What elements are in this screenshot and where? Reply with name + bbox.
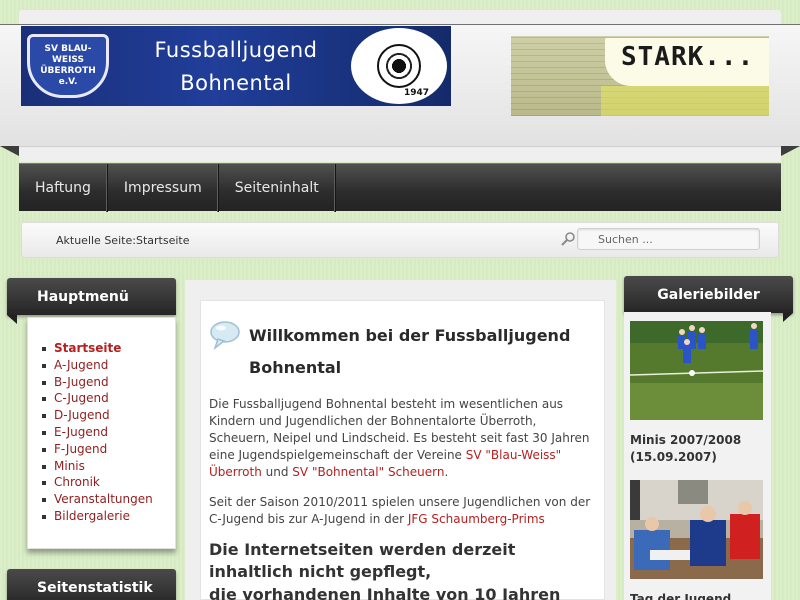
nav-item-haftung[interactable]: Haftung: [19, 164, 108, 212]
menu-item-e-jugend[interactable]: E-Jugend: [42, 424, 153, 441]
gallery-box: Minis 2007/2008 (15.09.2007) Tag der Jug…: [624, 312, 771, 600]
main-nav: Haftung Impressum Seiteninhalt: [19, 163, 781, 212]
breadcrumb-current[interactable]: Startseite: [136, 234, 190, 247]
menu-item-b-jugend[interactable]: B-Jugend: [42, 374, 153, 391]
article-paragraph-1-end: .: [444, 465, 449, 479]
notice-heading-2: die vorhandenen Inhalte von 10 Jahren: [209, 585, 561, 600]
club-logo-left: SV BLAU-WEISS ÜBERROTH e.V.: [27, 34, 109, 98]
ad-banner[interactable]: STARK...: [511, 36, 769, 116]
banner-title-line2: Bohnental: [180, 71, 292, 95]
header-fold-right: [781, 146, 800, 156]
main-menu: Startseite A-Jugend B-Jugend C-Jugend D-…: [42, 340, 153, 525]
notice-heading: Die Internetseiten werden derzeit inhalt…: [209, 540, 516, 581]
gallery-header: Galeriebilder: [624, 276, 793, 322]
menu-item-minis[interactable]: Minis: [42, 458, 153, 475]
article-paragraph-1-and: und: [261, 465, 293, 479]
link-jfg-schaumberg-prims[interactable]: JFG Schaumberg-Prims: [408, 512, 545, 526]
page: SV BLAU-WEISS ÜBERROTH e.V. Fussballjuge…: [0, 0, 800, 600]
breadcrumb-label: Aktuelle Seite:: [56, 234, 136, 247]
menu-item-bildergalerie[interactable]: Bildergalerie: [42, 508, 153, 525]
banner-title-line1: Fussballjugend: [154, 38, 318, 62]
gallery-image-tag-der-jugend[interactable]: [630, 480, 763, 579]
site-banner[interactable]: SV BLAU-WEISS ÜBERROTH e.V. Fussballjuge…: [21, 26, 451, 106]
main-menu-header: Hauptmenü: [7, 278, 176, 324]
menu-item-startseite[interactable]: Startseite: [42, 340, 153, 357]
main-menu-title: Hauptmenü: [37, 288, 129, 305]
gallery-title: Galeriebilder: [657, 286, 760, 303]
gallery-image-minis[interactable]: [630, 321, 763, 420]
menu-item-chronik[interactable]: Chronik: [42, 474, 153, 491]
menu-item-a-jugend[interactable]: A-Jugend: [42, 357, 153, 374]
main-menu-box: Startseite A-Jugend B-Jugend C-Jugend D-…: [27, 317, 176, 549]
ad-stripe: [601, 86, 769, 116]
main-menu-header-fold: [7, 315, 17, 324]
menu-item-veranstaltungen[interactable]: Veranstaltungen: [42, 491, 153, 508]
stats-title: Seitenstatistik: [37, 579, 153, 596]
banner-title: Fussballjugend Bohnental: [121, 34, 351, 100]
breadcrumb: Aktuelle Seite: Startseite: [21, 222, 779, 258]
article-paragraph-1: Die Fussballjugend Bohnental besteht im …: [209, 396, 597, 481]
article-paragraph-2: Seit der Saison 2010/2011 spielen unsere…: [209, 494, 597, 528]
gallery-caption-tag-der-jugend: Tag der Jugend 2007: [630, 592, 732, 600]
search-input[interactable]: [577, 228, 760, 250]
club-logo-right-year: 1947: [403, 88, 429, 98]
menu-item-f-jugend[interactable]: F-Jugend: [42, 441, 153, 458]
search-icon: [561, 232, 575, 246]
nav-item-seiteninhalt[interactable]: Seiteninhalt: [219, 164, 336, 212]
gallery-header-fold: [783, 313, 793, 322]
menu-item-c-jugend[interactable]: C-Jugend: [42, 390, 153, 407]
club-logo-left-text: SV BLAU-WEISS ÜBERROTH e.V.: [40, 44, 96, 87]
stats-header: Seitenstatistik: [7, 569, 176, 600]
ad-text: STARK...: [621, 42, 755, 72]
speech-bubble-icon: [210, 321, 240, 350]
header-fold-left: [0, 146, 19, 156]
nav-item-impressum[interactable]: Impressum: [108, 164, 219, 212]
gallery-caption-minis: Minis 2007/2008 (15.09.2007): [630, 433, 742, 464]
link-sv-bohnental-scheuern[interactable]: SV "Bohnental" Scheuern: [292, 465, 444, 479]
club-logo-right: 1947: [351, 28, 447, 104]
menu-item-d-jugend[interactable]: D-Jugend: [42, 407, 153, 424]
soccer-ball-icon: [377, 44, 421, 88]
article-title: Willkommen bei der Fussballjugend Bohnen…: [249, 326, 571, 377]
